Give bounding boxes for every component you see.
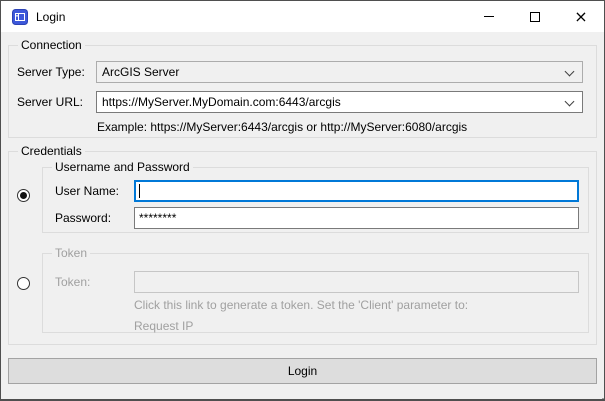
caption-buttons: × bbox=[466, 1, 604, 32]
credentials-group-label: Credentials bbox=[18, 144, 85, 158]
server-type-select[interactable]: ArcGIS Server bbox=[96, 61, 583, 83]
server-url-label: Server URL: bbox=[17, 95, 83, 109]
token-label: Token: bbox=[55, 275, 90, 289]
username-password-radio[interactable] bbox=[17, 189, 30, 202]
maximize-icon bbox=[530, 12, 540, 22]
maximize-button[interactable] bbox=[512, 1, 558, 32]
server-url-example: Example: https://MyServer:6443/arcgis or… bbox=[97, 120, 467, 134]
server-type-value: ArcGIS Server bbox=[102, 65, 179, 79]
titlebar: Login × bbox=[1, 1, 604, 32]
connection-group-label: Connection bbox=[18, 38, 85, 52]
user-name-input[interactable] bbox=[134, 180, 579, 202]
server-url-combobox[interactable]: https://MyServer.MyDomain.com:6443/arcgi… bbox=[96, 91, 583, 113]
login-button[interactable]: Login bbox=[8, 358, 597, 384]
resize-grip-icon[interactable] bbox=[598, 394, 600, 396]
client-area: Connection Server Type: ArcGIS Server Se… bbox=[1, 32, 604, 399]
password-label: Password: bbox=[55, 211, 111, 225]
text-caret bbox=[139, 184, 140, 198]
login-button-label: Login bbox=[288, 364, 317, 378]
token-request-ip-link: Request IP bbox=[134, 319, 193, 333]
token-info-text: Click this link to generate a token. Set… bbox=[134, 298, 468, 312]
token-input bbox=[134, 271, 579, 293]
server-url-value: https://MyServer.MyDomain.com:6443/arcgi… bbox=[102, 95, 341, 109]
server-type-label: Server Type: bbox=[17, 65, 85, 79]
close-icon: × bbox=[574, 9, 587, 25]
minimize-icon bbox=[484, 16, 494, 17]
login-dialog: Login × Connection Server Type: ArcGIS S… bbox=[0, 0, 605, 401]
window-title: Login bbox=[36, 10, 65, 24]
token-groupbox: Token bbox=[42, 253, 589, 333]
token-group-label: Token bbox=[52, 246, 90, 260]
chevron-down-icon bbox=[565, 67, 575, 77]
close-button[interactable]: × bbox=[558, 1, 604, 32]
username-password-group-label: Username and Password bbox=[52, 160, 193, 174]
minimize-button[interactable] bbox=[466, 1, 512, 32]
user-name-label: User Name: bbox=[55, 184, 119, 198]
app-window-icon bbox=[12, 9, 28, 25]
password-input[interactable] bbox=[134, 207, 579, 229]
token-radio[interactable] bbox=[17, 277, 30, 290]
chevron-down-icon bbox=[565, 97, 575, 107]
